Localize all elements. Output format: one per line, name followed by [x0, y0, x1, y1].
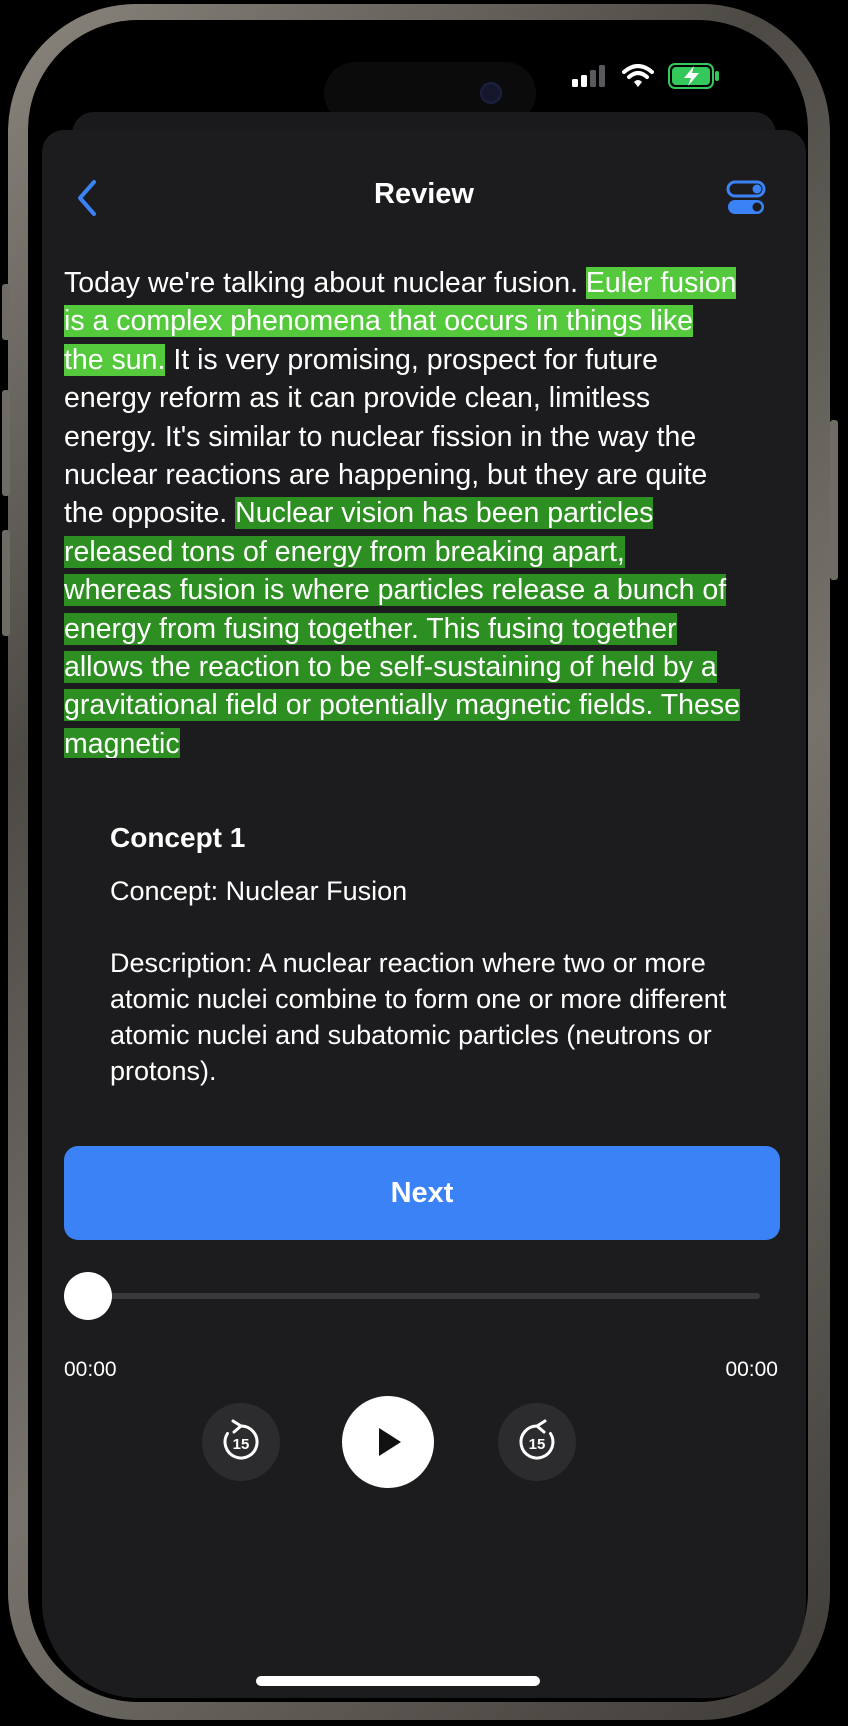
concept-card: Concept 1 Concept: Nuclear Fusion Descri…: [110, 822, 730, 1089]
review-sheet: Review Today we're talking about nuclear…: [42, 130, 806, 1698]
next-button[interactable]: Next: [64, 1146, 780, 1240]
concept-description: Description: A nuclear reaction where tw…: [110, 948, 727, 1086]
volume-down-button: [2, 530, 10, 636]
elapsed-time: 00:00: [64, 1358, 117, 1381]
transcript-highlight-dark: Nuclear vision has been particles releas…: [64, 497, 740, 758]
skip-back-button[interactable]: 15: [202, 1403, 280, 1481]
status-bar-icons: [572, 58, 720, 94]
transcript-segment: Today we're talking about nuclear fusion…: [64, 267, 586, 299]
settings-toggle-button[interactable]: [724, 176, 768, 220]
battery-charging-icon: [668, 63, 719, 89]
toggle-icon: [726, 180, 766, 214]
skip-forward-label: 15: [529, 1436, 546, 1453]
total-time: 00:00: [725, 1358, 778, 1381]
progress-slider[interactable]: [64, 1293, 760, 1299]
rewind-15-icon: 15: [223, 1419, 259, 1460]
concept-heading: Concept 1: [110, 822, 246, 853]
volume-up-button: [2, 390, 10, 496]
action-button: [2, 284, 10, 340]
play-icon: [379, 1428, 401, 1456]
concept-name: Concept: Nuclear Fusion: [110, 876, 408, 906]
progress-slider-thumb[interactable]: [64, 1272, 112, 1320]
cellular-signal-icon: [572, 65, 605, 87]
page-title: Review: [374, 178, 474, 210]
home-indicator: [256, 1676, 540, 1686]
power-button: [830, 420, 838, 580]
camera-lens-icon: [480, 82, 502, 104]
forward-15-icon: 15: [519, 1419, 555, 1460]
phone-screen: Review Today we're talking about nuclear…: [42, 30, 806, 1698]
skip-back-label: 15: [233, 1436, 250, 1453]
transcript-text: Today we're talking about nuclear fusion…: [64, 264, 740, 758]
skip-forward-button[interactable]: 15: [498, 1403, 576, 1481]
wifi-icon: [622, 64, 654, 87]
play-button[interactable]: [342, 1396, 434, 1488]
